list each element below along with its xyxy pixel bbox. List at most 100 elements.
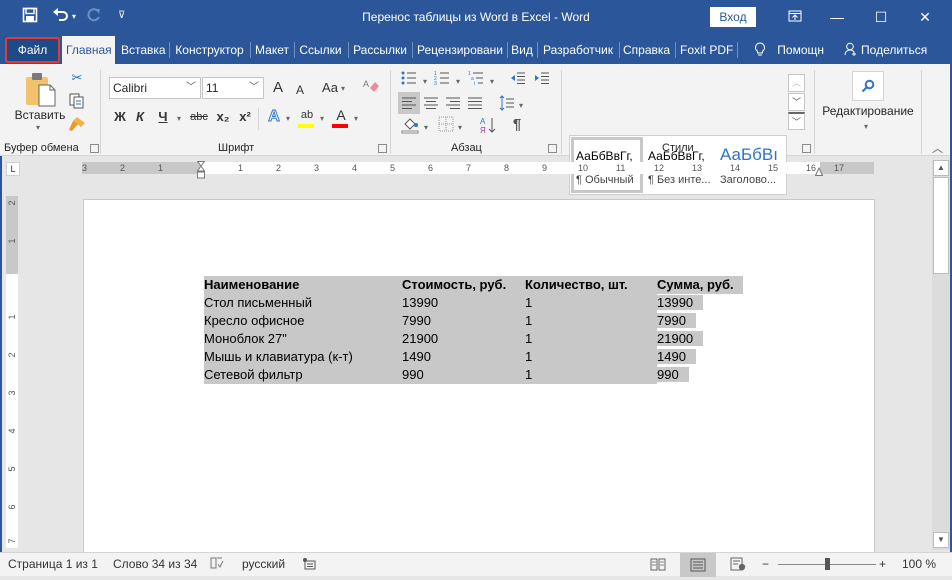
subscript-button[interactable]: x₂ <box>213 107 233 127</box>
tab-developer[interactable]: Разработчик <box>537 36 619 64</box>
strikethrough-button[interactable]: abc <box>187 107 211 127</box>
document-table[interactable]: Наименование Стоимость, руб. Количество,… <box>204 276 743 384</box>
table-cell[interactable]: Сетевой фильтр <box>204 366 402 384</box>
table-cell[interactable]: 7990 <box>657 312 743 330</box>
numbering-dropdown-icon[interactable]: ▾ <box>456 77 460 86</box>
scroll-up-icon[interactable]: ▲ <box>933 160 949 176</box>
multilevel-list-icon[interactable]: 1ai <box>467 70 485 89</box>
tab-foxit-pdf[interactable]: Foxit PDF <box>676 36 736 64</box>
font-color-dropdown-icon[interactable]: ▾ <box>354 114 358 123</box>
table-header-cell[interactable]: Количество, шт. <box>525 276 657 294</box>
superscript-button[interactable]: x² <box>235 107 255 127</box>
font-size-combo[interactable]: 11 ﹀ <box>202 77 264 99</box>
language[interactable]: русский <box>242 557 285 571</box>
table-header-cell[interactable]: Сумма, руб. <box>657 276 743 294</box>
table-cell[interactable]: 1 <box>525 330 657 348</box>
table-cell[interactable]: Моноблок 27" <box>204 330 402 348</box>
change-case-dropdown-icon[interactable]: ▾ <box>341 84 345 93</box>
vertical-scrollbar[interactable]: ▲ ▼ <box>932 160 950 550</box>
bullets-icon[interactable] <box>400 70 418 89</box>
table-cell[interactable]: 1 <box>525 312 657 330</box>
paragraph-launcher-icon[interactable] <box>548 144 557 153</box>
table-cell[interactable]: 1 <box>525 294 657 312</box>
clear-formatting-icon[interactable]: A <box>362 78 380 97</box>
table-header-cell[interactable]: Наименование <box>204 276 402 294</box>
align-center-icon[interactable] <box>422 95 440 114</box>
shading-icon[interactable] <box>400 116 420 137</box>
grow-font-icon[interactable]: A <box>268 78 288 98</box>
styles-launcher-icon[interactable] <box>802 144 811 153</box>
editing-button[interactable]: Редактирование <box>820 104 916 118</box>
close-icon[interactable]: ✕ <box>910 5 940 29</box>
vertical-ruler[interactable]: 2 1 1 2 3 4 5 6 7 <box>6 196 18 548</box>
maximize-icon[interactable]: ☐ <box>866 5 896 29</box>
justify-icon[interactable] <box>466 95 484 114</box>
paste-dropdown-icon[interactable]: ▾ <box>36 123 40 132</box>
copy-icon[interactable] <box>68 93 86 112</box>
styles-more-icon[interactable]: ﹀ <box>788 112 805 130</box>
tab-file[interactable]: Файл <box>5 37 60 63</box>
show-formatting-marks-button[interactable]: ¶ <box>507 115 527 135</box>
table-cell[interactable]: Стол письменный <box>204 294 402 312</box>
tab-insert[interactable]: Вставка <box>117 36 169 64</box>
tab-view[interactable]: Вид <box>507 36 537 64</box>
highlight-dropdown-icon[interactable]: ▾ <box>320 114 324 123</box>
italic-button[interactable]: К <box>130 107 150 127</box>
horizontal-ruler[interactable]: 3 2 1 1 2 3 4 5 6 7 8 9 10 11 12 13 14 1… <box>82 161 874 179</box>
table-cell[interactable]: 13990 <box>402 294 525 312</box>
clipboard-launcher-icon[interactable] <box>90 144 99 153</box>
tell-me-button[interactable]: Помощн <box>744 36 834 64</box>
bold-button[interactable]: Ж <box>110 107 130 127</box>
editing-dropdown-icon[interactable]: ▾ <box>864 122 868 131</box>
table-cell[interactable]: 1490 <box>402 348 525 366</box>
zoom-level[interactable]: 100 % <box>902 557 936 571</box>
scroll-thumb[interactable] <box>933 177 949 274</box>
table-cell[interactable]: Кресло офисное <box>204 312 402 330</box>
print-layout-button[interactable] <box>680 553 716 577</box>
table-cell[interactable]: 7990 <box>402 312 525 330</box>
table-header-cell[interactable]: Стоимость, руб. <box>402 276 525 294</box>
tab-mailings[interactable]: Рассылки <box>349 36 411 64</box>
borders-icon[interactable] <box>436 116 456 135</box>
numbering-icon[interactable]: 123 <box>433 70 451 89</box>
zoom-slider-thumb[interactable] <box>825 558 830 570</box>
change-case-icon[interactable]: Aa <box>318 78 342 98</box>
find-button[interactable] <box>852 71 884 101</box>
read-mode-icon[interactable] <box>650 557 666 574</box>
tab-help[interactable]: Справка <box>619 36 674 64</box>
macro-recording-icon[interactable] <box>302 557 316 573</box>
tab-layout[interactable]: Макет <box>251 36 293 64</box>
highlight-button[interactable]: ab <box>297 105 317 125</box>
document-page[interactable]: Наименование Стоимость, руб. Количество,… <box>83 199 875 559</box>
format-painter-icon[interactable] <box>68 116 86 135</box>
font-launcher-icon[interactable] <box>378 144 387 153</box>
decrease-indent-icon[interactable] <box>509 70 527 89</box>
tab-design[interactable]: Конструктор <box>170 36 249 64</box>
scroll-down-icon[interactable]: ▼ <box>933 532 949 548</box>
table-cell[interactable]: 21900 <box>402 330 525 348</box>
share-button[interactable]: Поделиться <box>838 36 933 64</box>
ribbon-display-options-icon[interactable] <box>780 5 810 29</box>
table-cell[interactable]: Мышь и клавиатура (к-т) <box>204 348 402 366</box>
font-color-button[interactable]: A <box>331 105 351 125</box>
proofing-icon[interactable] <box>210 557 224 572</box>
sort-icon[interactable]: AЯ <box>478 116 498 137</box>
page-count[interactable]: Страница 1 из 1 <box>8 557 98 571</box>
indent-marker-icon[interactable] <box>196 161 206 181</box>
paste-button[interactable]: Вставить <box>14 108 66 122</box>
zoom-out-button[interactable]: − <box>762 557 769 571</box>
increase-indent-icon[interactable] <box>533 70 551 89</box>
table-cell[interactable]: 990 <box>402 366 525 384</box>
table-cell[interactable]: 990 <box>657 366 743 384</box>
tab-review[interactable]: Рецензировани <box>413 36 506 64</box>
text-effects-dropdown-icon[interactable]: ▾ <box>286 114 290 123</box>
underline-button[interactable]: Ч <box>153 107 173 127</box>
collapse-ribbon-icon[interactable]: ︿ <box>932 140 943 156</box>
tab-references[interactable]: Ссылки <box>295 36 346 64</box>
table-cell[interactable]: 1 <box>525 366 657 384</box>
align-right-icon[interactable] <box>444 95 462 114</box>
minimize-icon[interactable]: — <box>822 5 852 29</box>
tab-home[interactable]: Главная <box>62 36 115 64</box>
table-cell[interactable]: 1490 <box>657 348 743 366</box>
right-indent-marker-icon[interactable] <box>814 165 824 176</box>
